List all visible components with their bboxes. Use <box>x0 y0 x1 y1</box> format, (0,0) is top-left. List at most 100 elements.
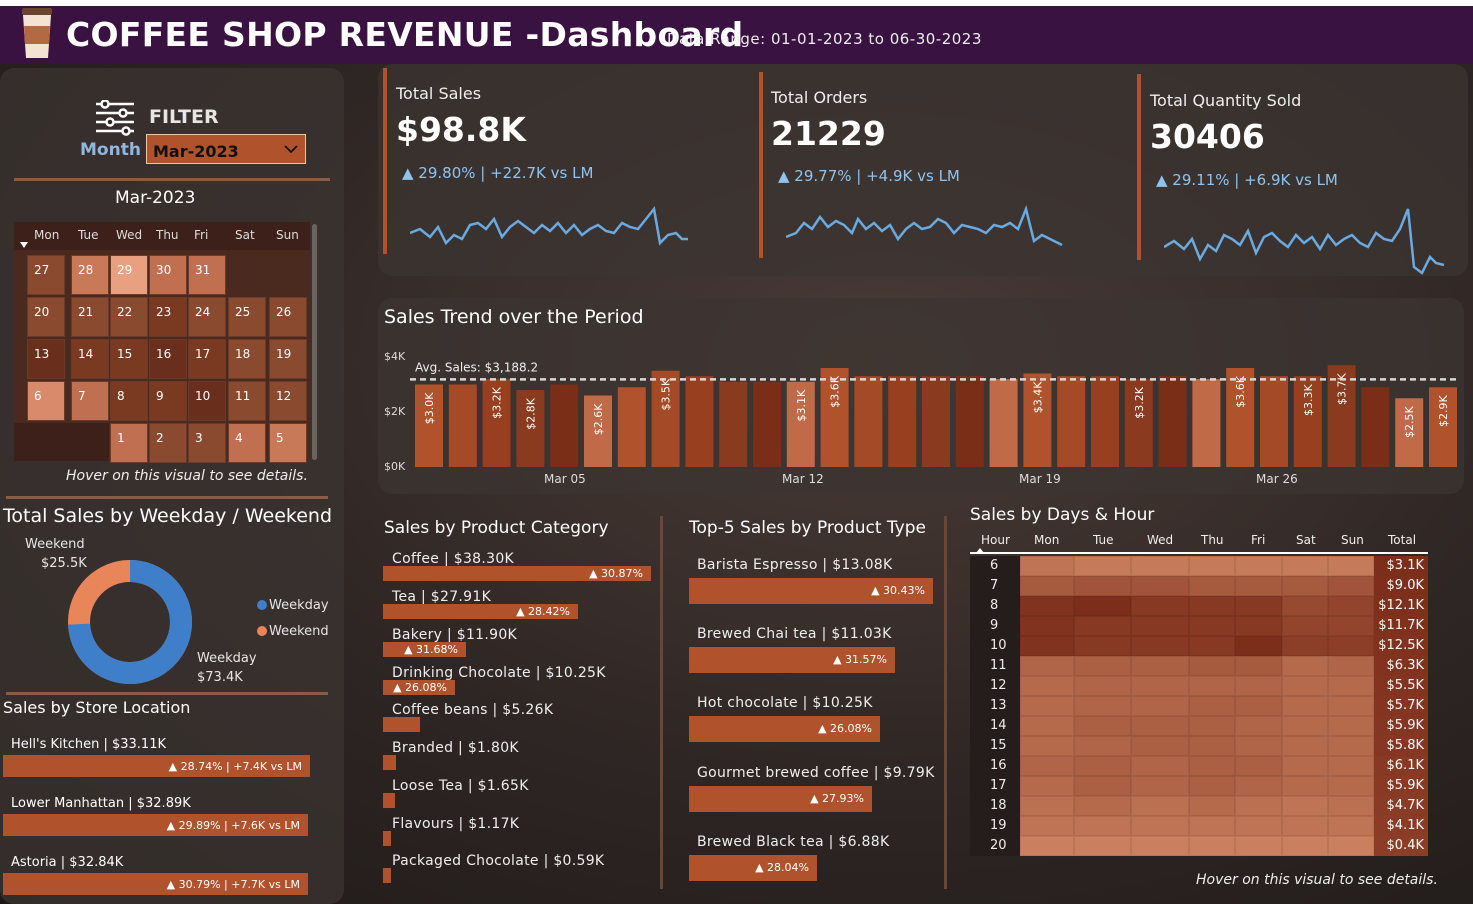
calendar-scrollbar[interactable] <box>312 224 317 460</box>
heatmap-cell[interactable] <box>1328 816 1374 836</box>
heatmap-cell[interactable] <box>1020 696 1074 716</box>
calendar-day-cell[interactable]: 22 <box>110 297 148 337</box>
heatmap-cell[interactable] <box>1235 636 1282 656</box>
heatmap-cell[interactable] <box>1074 776 1131 796</box>
heatmap-cell[interactable] <box>1020 656 1074 676</box>
heatmap-cell[interactable] <box>1020 796 1074 816</box>
heatmap-cell[interactable] <box>1235 796 1282 816</box>
calendar-day-cell[interactable]: 30 <box>149 255 187 295</box>
calendar-day-cell[interactable]: 25 <box>228 297 266 337</box>
heatmap-cell[interactable] <box>1131 656 1189 676</box>
heatmap-cell[interactable] <box>1328 576 1374 596</box>
heatmap-cell[interactable] <box>1282 796 1328 816</box>
store-bar[interactable]: ▲ 28.74% | +7.4K vs LM <box>3 755 310 777</box>
heatmap-cell[interactable] <box>1189 656 1235 676</box>
trend-bar[interactable] <box>854 376 883 467</box>
category-bar[interactable] <box>383 831 391 846</box>
heatmap-cell[interactable] <box>1074 616 1131 636</box>
heatmap-cell[interactable] <box>1074 736 1131 756</box>
calendar-day-cell[interactable]: 4 <box>228 423 266 463</box>
heatmap-cell[interactable] <box>1131 636 1189 656</box>
product-type-bar[interactable]: ▲ 31.57% <box>689 647 895 673</box>
product-type-bar[interactable]: ▲ 27.93% <box>689 786 872 812</box>
heatmap-cell[interactable] <box>1328 796 1374 816</box>
calendar-day-cell[interactable]: 14 <box>71 339 109 379</box>
total-sales-sparkline[interactable] <box>410 205 692 255</box>
heatmap-cell[interactable] <box>1020 596 1074 616</box>
sort-caret-icon[interactable] <box>976 548 984 553</box>
heatmap-cell[interactable] <box>1282 656 1328 676</box>
heatmap-cell[interactable] <box>1020 816 1074 836</box>
store-bar[interactable]: ▲ 29.89% | +7.6K vs LM <box>3 814 308 836</box>
heatmap-cell[interactable] <box>1328 556 1374 576</box>
heatmap-cell[interactable] <box>1074 596 1131 616</box>
heatmap-cell[interactable] <box>1074 656 1131 676</box>
product-type-bar[interactable]: ▲ 28.04% <box>689 855 817 881</box>
heatmap-cell[interactable] <box>1282 696 1328 716</box>
trend-bar[interactable] <box>448 384 477 468</box>
trend-bar[interactable] <box>1260 376 1288 467</box>
heatmap-column-header[interactable]: Sat <box>1296 533 1316 547</box>
calendar-day-cell[interactable]: 8 <box>110 381 148 421</box>
trend-bar[interactable] <box>753 381 781 467</box>
heatmap-cell[interactable] <box>1235 836 1282 856</box>
product-type-bar[interactable]: ▲ 26.08% <box>689 716 880 742</box>
heatmap-cell[interactable] <box>1328 636 1374 656</box>
trend-bar[interactable] <box>685 376 714 467</box>
heatmap-cell[interactable] <box>1020 716 1074 736</box>
trend-bar[interactable] <box>1091 376 1119 467</box>
heatmap-cell[interactable] <box>1131 716 1189 736</box>
heatmap-cell[interactable] <box>1189 676 1235 696</box>
heatmap-cell[interactable] <box>1328 596 1374 616</box>
store-bar[interactable]: ▲ 30.79% | +7.7K vs LM <box>3 873 308 895</box>
heatmap-cell[interactable] <box>1235 656 1282 676</box>
heatmap-cell[interactable] <box>1074 696 1131 716</box>
calendar-day-cell[interactable]: 18 <box>228 339 266 379</box>
heatmap-cell[interactable] <box>1020 836 1074 856</box>
heatmap-cell[interactable] <box>1189 736 1235 756</box>
heatmap-cell[interactable] <box>1074 676 1131 696</box>
category-bar[interactable]: ▲ 26.08% <box>383 680 455 695</box>
category-bar[interactable] <box>383 868 391 883</box>
calendar-day-cell[interactable]: 10 <box>188 381 226 421</box>
heatmap-cell[interactable] <box>1328 736 1374 756</box>
heatmap-cell[interactable] <box>1189 836 1235 856</box>
sales-trend-chart[interactable]: $3.0K $3.2K $2.8K $2.6K$3.5K $3.1K $3.6K $3.4K… <box>410 340 1462 494</box>
heatmap-cell[interactable] <box>1282 676 1328 696</box>
heatmap-cell[interactable] <box>1235 576 1282 596</box>
trend-bar[interactable] <box>922 376 950 467</box>
heatmap-cell[interactable] <box>1131 556 1189 576</box>
calendar-day-cell[interactable]: 17 <box>188 339 226 379</box>
calendar-day-cell[interactable]: 24 <box>188 297 226 337</box>
heatmap-cell[interactable] <box>1074 796 1131 816</box>
heatmap-cell[interactable] <box>1074 836 1131 856</box>
heatmap-cell[interactable] <box>1282 616 1328 636</box>
heatmap-cell[interactable] <box>1020 756 1074 776</box>
calendar-day-cell[interactable]: 15 <box>110 339 148 379</box>
heatmap-cell[interactable] <box>1328 836 1374 856</box>
heatmap-cell[interactable] <box>1131 596 1189 616</box>
heatmap-cell[interactable] <box>1189 616 1235 636</box>
calendar-day-cell[interactable]: 23 <box>149 297 187 337</box>
heatmap-cell[interactable] <box>1189 796 1235 816</box>
heatmap-cell[interactable] <box>1235 736 1282 756</box>
heatmap-cell[interactable] <box>1020 736 1074 756</box>
heatmap-cell[interactable] <box>1235 696 1282 716</box>
heatmap-cell[interactable] <box>1020 576 1074 596</box>
heatmap-cell[interactable] <box>1131 676 1189 696</box>
heatmap-cell[interactable] <box>1282 816 1328 836</box>
heatmap-cell[interactable] <box>1235 776 1282 796</box>
heatmap-cell[interactable] <box>1282 556 1328 576</box>
category-bar[interactable]: ▲ 31.68% <box>383 642 466 657</box>
calendar-day-cell[interactable]: 27 <box>27 255 65 295</box>
heatmap-cell[interactable] <box>1328 776 1374 796</box>
heatmap-cell[interactable] <box>1131 776 1189 796</box>
heatmap-cell[interactable] <box>1282 756 1328 776</box>
total-orders-sparkline[interactable] <box>786 205 1068 255</box>
calendar-day-cell[interactable]: 9 <box>149 381 187 421</box>
heatmap-cell[interactable] <box>1328 716 1374 736</box>
quantity-sparkline[interactable] <box>1164 205 1446 279</box>
heatmap-cell[interactable] <box>1074 556 1131 576</box>
heatmap-cell[interactable] <box>1074 716 1131 736</box>
heatmap-column-header[interactable]: Total <box>1388 533 1416 547</box>
